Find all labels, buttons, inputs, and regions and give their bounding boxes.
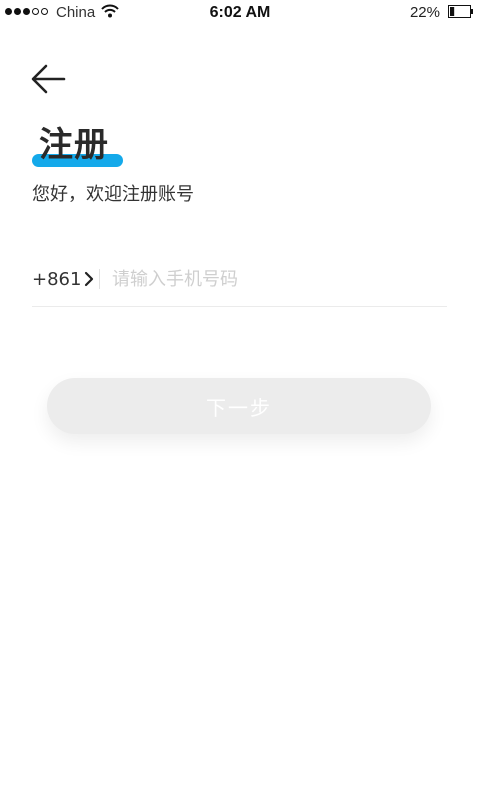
country-code-selector[interactable]: +861 [32, 265, 94, 293]
page-title: 注册 [39, 125, 109, 165]
chevron-right-icon [85, 271, 94, 287]
arrow-left-icon [31, 64, 66, 94]
page-title-block: 注册 [32, 122, 124, 168]
input-divider [99, 269, 100, 289]
status-bar: China 6:02 AM 22% [0, 0, 480, 26]
next-button[interactable]: 下一步 [47, 378, 431, 434]
country-code: +861 [32, 268, 82, 290]
battery-icon [448, 5, 474, 18]
page-subtitle: 您好，欢迎注册账号 [32, 184, 194, 205]
phone-input[interactable] [112, 264, 442, 294]
status-time: 6:02 AM [209, 4, 271, 21]
battery-percentage: 22% [409, 4, 440, 21]
phone-row: +861 [32, 258, 447, 307]
back-button[interactable] [28, 62, 68, 96]
